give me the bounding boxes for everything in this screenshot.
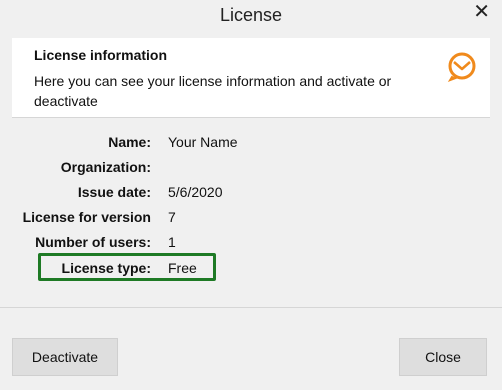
field-label: Number of users: [35,234,151,250]
field-row-license-version: License for version 7 [0,209,502,231]
header-description: Here you can see your license informatio… [34,73,392,109]
header-panel: License information Here you can see you… [12,38,490,118]
field-value: 7 [168,209,176,225]
deactivate-button[interactable]: Deactivate [12,338,118,376]
title-bar: License ✕ [0,0,502,30]
header-title: License information [34,47,168,63]
field-label: Name: [108,134,151,150]
field-label: License for version [22,209,151,225]
close-icon[interactable]: ✕ [473,2,490,22]
field-value: 5/6/2020 [168,184,223,200]
close-button[interactable]: Close [399,338,487,376]
field-row-issue-date: Issue date: 5/6/2020 [0,184,502,206]
app-logo-icon [447,52,476,82]
field-label: Issue date: [77,184,151,200]
field-value: 1 [168,234,176,250]
license-type-highlight [38,253,216,281]
field-row-organization: Organization: [0,159,502,181]
footer-divider [0,307,502,308]
field-label: Organization: [60,159,151,175]
field-row-name: Name: Your Name [0,134,502,156]
field-value: Your Name [168,134,238,150]
window-title: License [219,5,283,25]
